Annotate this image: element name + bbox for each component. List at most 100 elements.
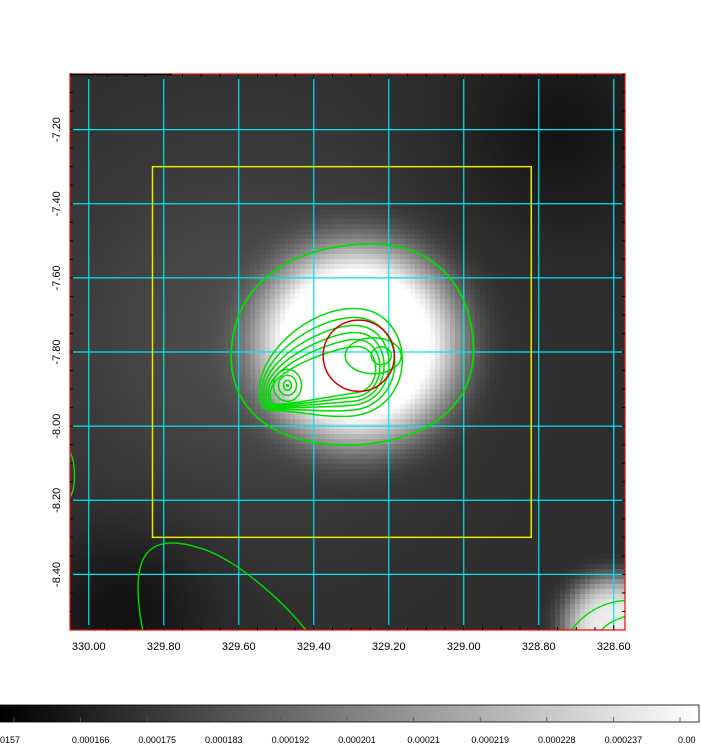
heatmap-cell [235,104,241,110]
heatmap-cell [410,134,416,140]
heatmap-cell [390,289,396,295]
heatmap-cell [410,219,416,225]
heatmap-cell [460,279,466,285]
heatmap-cell [560,159,566,165]
heatmap-cell [345,139,351,145]
heatmap-cell [440,294,446,300]
heatmap-cell [505,254,511,260]
heatmap-cell [140,99,146,105]
heatmap-cell [110,99,116,105]
heatmap-cell [605,139,611,145]
heatmap-cell [455,224,461,230]
heatmap-cell [445,219,451,225]
heatmap-cell [580,224,586,230]
heatmap-cell [215,194,221,200]
heatmap-cell [340,229,346,235]
heatmap-cell [280,124,286,130]
heatmap-cell [475,214,481,220]
heatmap-cell [500,234,506,240]
heatmap-cell [285,114,291,120]
heatmap-cell [125,194,131,200]
heatmap-cell [470,259,476,265]
heatmap-cell [565,234,571,240]
heatmap-cell [595,134,601,140]
heatmap-cell [230,104,236,110]
heatmap-cell [300,244,306,250]
heatmap-cell [540,74,546,80]
heatmap-cell [305,209,311,215]
heatmap-cell [460,99,466,105]
heatmap-cell [325,124,331,130]
heatmap-cell [300,279,306,285]
heatmap-cell [120,239,126,245]
heatmap-cell [495,259,501,265]
heatmap-cell [505,159,511,165]
heatmap-cell [185,239,191,245]
heatmap-cell [90,144,96,150]
heatmap-cell [260,124,266,130]
heatmap-cell [465,289,471,295]
heatmap-cell [225,139,231,145]
heatmap-cell [490,79,496,85]
heatmap-cell [485,144,491,150]
heatmap-cell [440,279,446,285]
heatmap-cell [230,249,236,255]
heatmap-cell [535,174,541,180]
heatmap-cell [190,89,196,95]
heatmap-cell [380,279,386,285]
heatmap-cell [490,214,496,220]
heatmap-cell [500,224,506,230]
heatmap-cell [365,144,371,150]
heatmap-cell [400,104,406,110]
heatmap-cell [370,189,376,195]
heatmap-cell [170,149,176,155]
heatmap-cell [120,94,126,100]
heatmap-cell [215,264,221,270]
heatmap-cell [555,139,561,145]
heatmap-cell [565,94,571,100]
heatmap-cell [165,214,171,220]
heatmap-cell [160,189,166,195]
heatmap-cell [400,254,406,260]
heatmap-cell [425,194,431,200]
heatmap-cell [330,84,336,90]
heatmap-cell [80,174,86,180]
heatmap-cell [360,274,366,280]
heatmap-cell [475,99,481,105]
heatmap-cell [580,119,586,125]
heatmap-cell [115,134,121,140]
heatmap-cell [165,264,171,270]
heatmap-cell [280,279,286,285]
heatmap-cell [425,179,431,185]
heatmap-cell [255,264,261,270]
heatmap-cell [535,179,541,185]
heatmap-cell [180,224,186,230]
heatmap-cell [155,249,161,255]
heatmap-cell [555,179,561,185]
heatmap-cell [250,89,256,95]
heatmap-cell [495,159,501,165]
heatmap-cell [405,239,411,245]
heatmap-cell [130,189,136,195]
heatmap-cell [205,289,211,295]
heatmap-cell [400,179,406,185]
heatmap-cell [235,264,241,270]
heatmap-cell [215,274,221,280]
heatmap-cell [100,194,106,200]
heatmap-cell [115,94,121,100]
heatmap-cell [150,79,156,85]
heatmap-cell [600,244,606,250]
heatmap-cell [260,74,266,80]
heatmap-cell [180,124,186,130]
heatmap-cell [225,174,231,180]
heatmap-cell [195,189,201,195]
heatmap-cell [375,179,381,185]
heatmap-cell [510,249,516,255]
heatmap-cell [95,214,101,220]
heatmap-cell [210,169,216,175]
heatmap-cell [245,279,251,285]
heatmap-cell [220,159,226,165]
heatmap-cell [535,134,541,140]
heatmap-cell [195,144,201,150]
heatmap-cell [300,184,306,190]
